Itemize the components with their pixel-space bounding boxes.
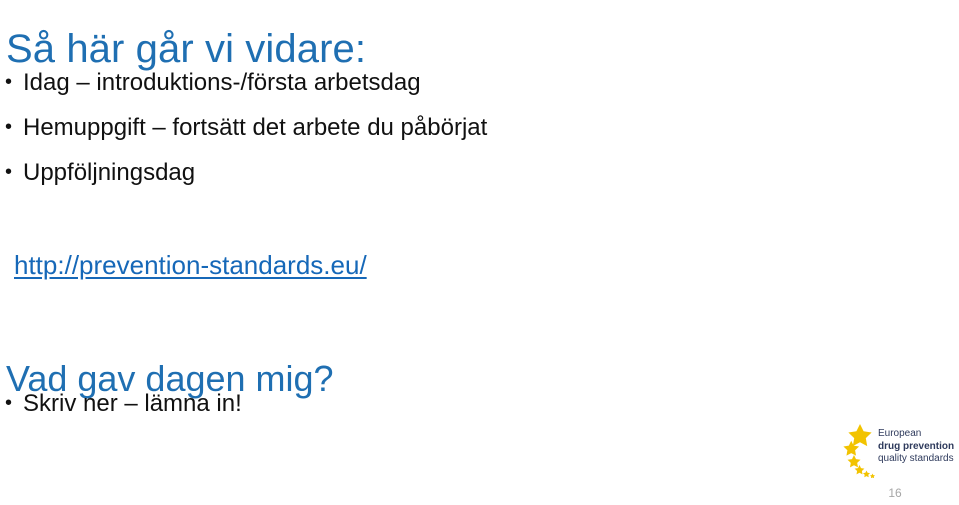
- list-item-label: Uppföljningsdag: [23, 159, 196, 186]
- list-item: • Uppföljningsdag: [4, 150, 704, 195]
- bullet-list-bottom: • Skriv ner – lämna in!: [4, 381, 604, 426]
- slide: Så här går vi vidare: • Idag – introdukt…: [0, 0, 959, 505]
- list-item-label: Hemuppgift – fortsätt det arbete du påbö…: [23, 114, 488, 141]
- list-item-label: Idag – introduktions-/första arbetsdag: [23, 69, 421, 96]
- bullet-marker-icon: •: [5, 161, 13, 183]
- prevention-standards-link[interactable]: http://prevention-standards.eu/: [14, 250, 367, 280]
- list-item-label: Skriv ner – lämna in!: [23, 390, 242, 417]
- logo-line-3: quality standards: [878, 453, 954, 464]
- bullet-marker-icon: •: [5, 71, 13, 93]
- list-item: • Skriv ner – lämna in!: [4, 381, 604, 426]
- link-row: http://prevention-standards.eu/: [14, 248, 367, 282]
- bullet-marker-icon: •: [5, 392, 13, 414]
- logo: European drug prevention quality standar…: [843, 424, 959, 479]
- bullet-list-top: • Idag – introduktions-/första arbetsdag…: [4, 60, 704, 195]
- logo-line-2: drug prevention: [878, 440, 955, 452]
- logo-text: European drug prevention quality standar…: [878, 428, 954, 466]
- page-number: 16: [888, 486, 902, 500]
- bullet-marker-icon: •: [5, 116, 13, 138]
- list-item: • Hemuppgift – fortsätt det arbete du på…: [4, 105, 704, 150]
- logo-line-1: European: [878, 428, 922, 439]
- list-item: • Idag – introduktions-/första arbetsdag: [4, 60, 704, 105]
